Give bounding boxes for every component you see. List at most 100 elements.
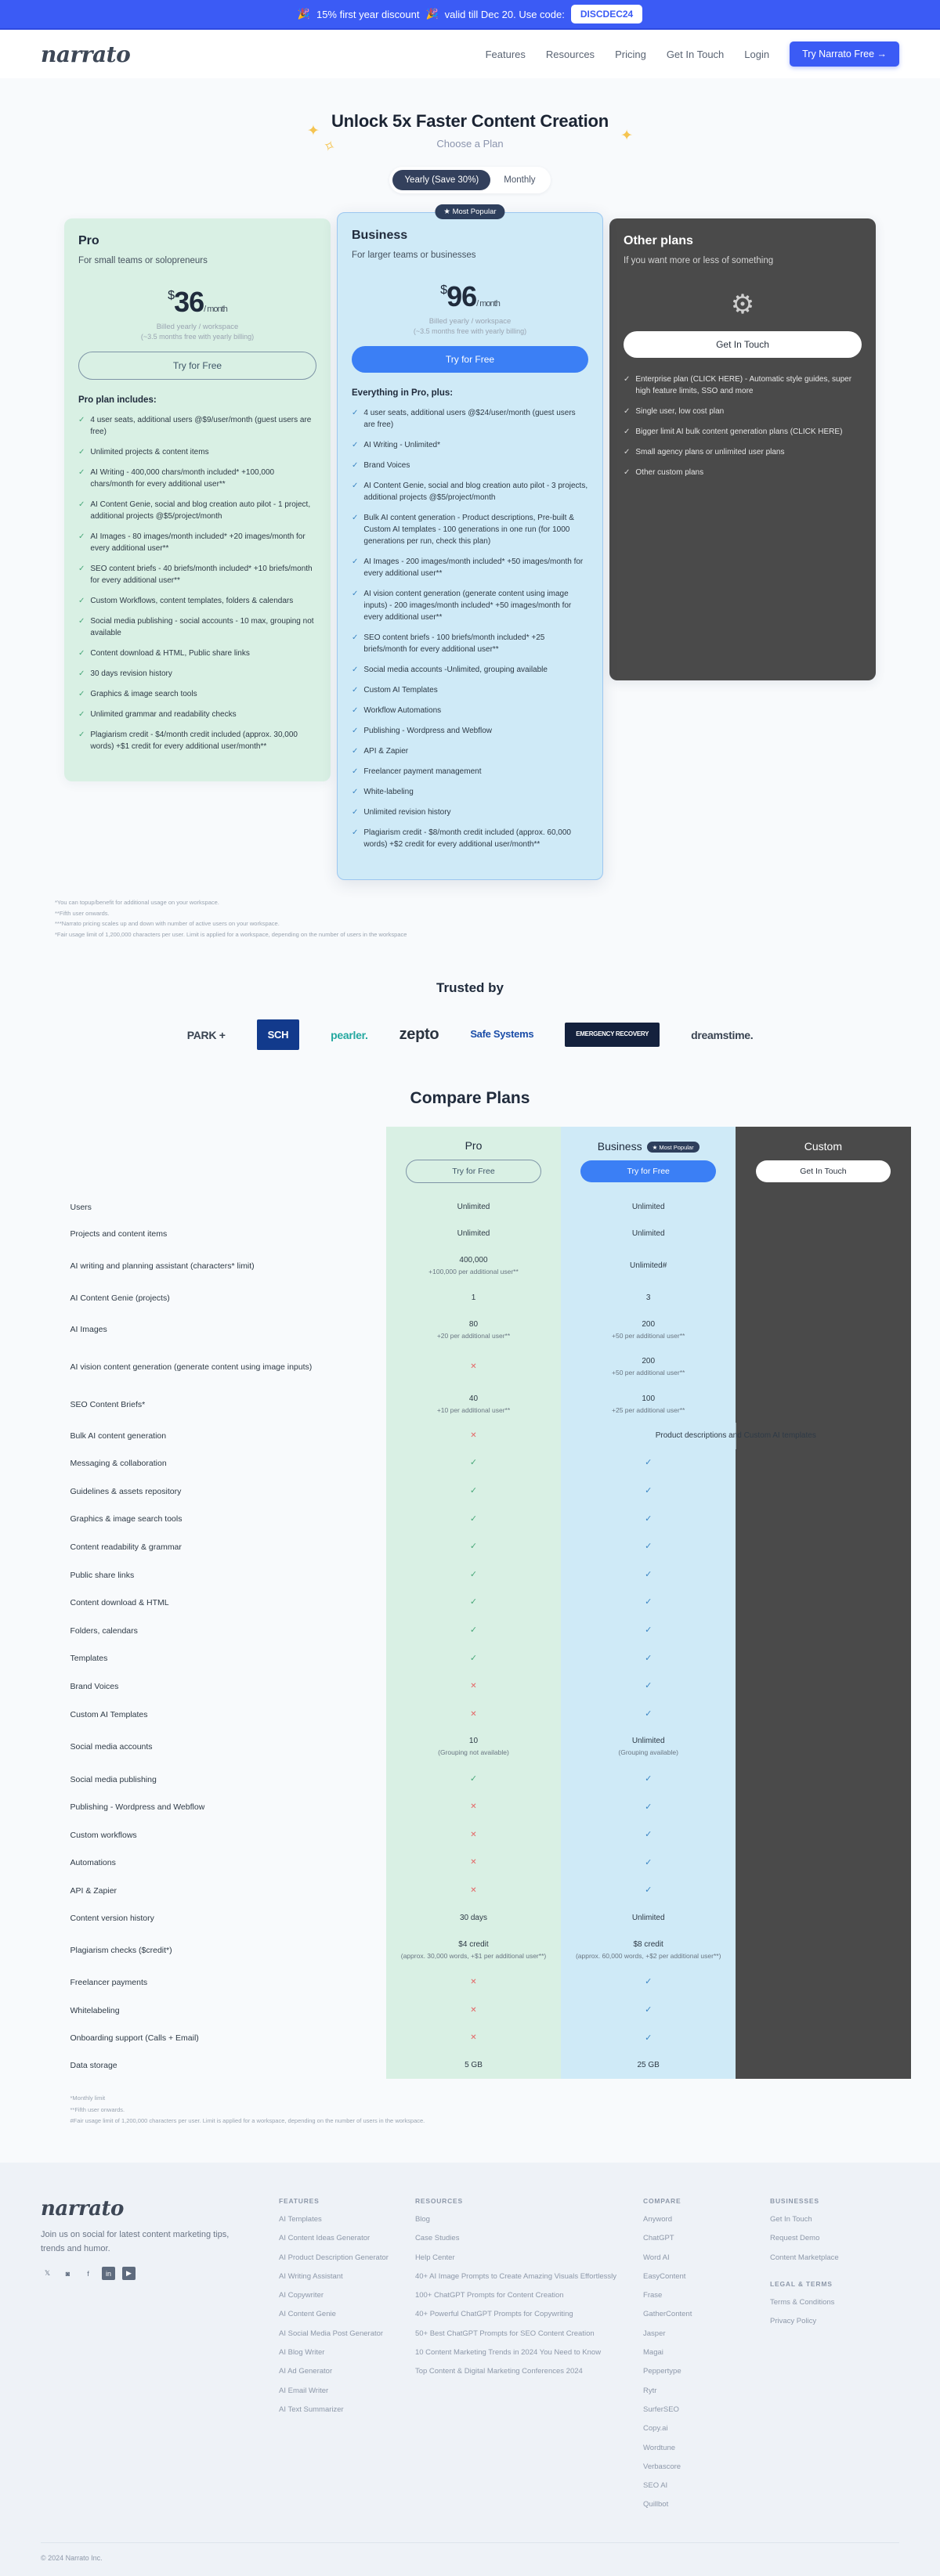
table-cell: 400,000 +100,000 per additional user** [385, 1247, 562, 1285]
cross-icon: ✕ [470, 1858, 477, 1867]
footer-link[interactable]: Quillbot [643, 2499, 743, 2509]
check-icon: ✓ [352, 788, 359, 796]
footnote: *Fair usage limit of 1,200,000 character… [55, 930, 407, 938]
table-cell [736, 1968, 911, 1997]
footer-link[interactable]: Peppertype [643, 2366, 743, 2376]
table-row: AI vision content generation (generate c… [30, 1348, 911, 1386]
narrato-logo[interactable]: narrato [41, 41, 131, 67]
check-icon: ✓ [645, 1885, 653, 1896]
youtube-icon[interactable]: ▶ [122, 2267, 136, 2281]
cross-icon: ✕ [470, 1431, 477, 1441]
footer-link[interactable]: Help Center [415, 2253, 616, 2263]
table-cell-sub: +10 per additional user** [436, 1405, 511, 1414]
footer-link[interactable]: 50+ Best ChatGPT Prompts for SEO Content… [415, 2329, 616, 2339]
table-row: Publishing - Wordpress and Webflow ✕ ✓ [30, 1793, 911, 1822]
nav-link-pricing[interactable]: Pricing [615, 49, 646, 60]
table-row: Custom AI Templates ✕ ✓ [30, 1700, 911, 1729]
currency-symbol-business: $ [440, 283, 447, 297]
footer-link[interactable]: AI Templates [279, 2214, 389, 2224]
footer-link[interactable]: AI Ad Generator [279, 2366, 389, 2376]
footer-link[interactable]: Frase [643, 2290, 743, 2300]
footer-link[interactable]: AI Social Media Post Generator [279, 2329, 389, 2339]
plan-footnotes: *You can topup/benefit for additional us… [55, 897, 885, 940]
plan-cta-pro[interactable]: Try for Free [78, 352, 316, 380]
footer-link[interactable]: AI Email Writer [279, 2386, 389, 2396]
footer-link[interactable]: AI Copywriter [279, 2290, 389, 2300]
footer-link[interactable]: EasyContent [643, 2271, 743, 2282]
plan-cta-business[interactable]: Try for Free [352, 346, 588, 373]
footer-link[interactable]: Magai [643, 2347, 743, 2358]
footer-link[interactable]: Anyword [643, 2214, 743, 2224]
linkedin-icon[interactable]: in [102, 2267, 115, 2281]
footer-link[interactable]: 40+ AI Image Prompts to Create Amazing V… [415, 2271, 616, 2282]
table-cell: ✕ [385, 1423, 562, 1450]
compare-cta-custom[interactable]: Get In Touch [755, 1160, 891, 1182]
table-cell [736, 1700, 911, 1729]
compare-cta-pro[interactable]: Try for Free [406, 1160, 541, 1183]
nav-link-features[interactable]: Features [486, 49, 526, 60]
table-row: Brand Voices ✕ ✓ [30, 1672, 911, 1701]
footer-link[interactable]: AI Content Ideas Generator [279, 2233, 389, 2243]
party-popper-icon-2: 🎉 [425, 8, 439, 20]
plan-cta-other[interactable]: Get In Touch [624, 331, 862, 358]
footer-link[interactable]: 100+ ChatGPT Prompts for Content Creatio… [415, 2290, 616, 2300]
footer-link[interactable]: AI Text Summarizer [279, 2405, 389, 2415]
footer-link[interactable]: Rytr [643, 2386, 743, 2396]
table-cell: 200 +50 per additional user** [561, 1311, 736, 1349]
nav-link-resources[interactable]: Resources [546, 49, 595, 60]
footer-link[interactable]: 10 Content Marketing Trends in 2024 You … [415, 2347, 616, 2358]
discount-code-badge[interactable]: DISCDEC24 [570, 5, 643, 23]
footer-link[interactable]: AI Blog Writer [279, 2347, 389, 2358]
footer-link[interactable]: SurferSEO [643, 2405, 743, 2415]
footer-link[interactable]: Wordtune [643, 2443, 743, 2453]
footer-link[interactable]: Blog [415, 2214, 616, 2224]
feature-text: Unlimited projects & content items [90, 448, 209, 456]
footer-link[interactable]: Get In Touch [770, 2214, 870, 2224]
footer-link[interactable]: AI Product Description Generator [279, 2253, 389, 2263]
footer-link[interactable]: SEO AI [643, 2480, 743, 2491]
table-row-label: Custom AI Templates [70, 1709, 148, 1719]
table-cell: 3 [561, 1284, 736, 1311]
table-row-label: Guidelines & assets repository [70, 1486, 182, 1496]
footer-link[interactable]: Content Marketplace [770, 2253, 870, 2263]
compare-cta-business[interactable]: Try for Free [580, 1160, 717, 1183]
twitter-icon[interactable]: 𝕏 [41, 2267, 54, 2280]
footer-link[interactable]: Jasper [643, 2329, 743, 2339]
check-icon: ✓ [469, 1625, 478, 1635]
facebook-icon[interactable]: f [81, 2267, 95, 2280]
footer-link[interactable]: Terms & Conditions [770, 2297, 870, 2307]
toggle-monthly[interactable]: Monthly [492, 170, 547, 190]
footer-column-title: FEATURES [279, 2197, 320, 2205]
footer-logo[interactable]: narrato [41, 2197, 252, 2221]
table-cell: ✓ [561, 1589, 736, 1617]
list-item: ✓ White-labeling [352, 786, 588, 798]
table-cell-sub: (approx. 30,000 words, +$1 per additiona… [400, 1951, 547, 1960]
check-icon: ✓ [78, 731, 85, 739]
compare-col-header-business: Business ★ Most Popular Try for Free [561, 1127, 736, 1194]
try-free-button[interactable]: Try Narrato Free → [790, 41, 899, 67]
footer-link[interactable]: Case Studies [415, 2233, 616, 2243]
footer-link[interactable]: Copy.ai [643, 2423, 743, 2433]
check-icon: ✓ [645, 1597, 653, 1607]
instagram-icon[interactable]: ◙ [61, 2267, 74, 2280]
feature-text: Freelancer payment management [363, 767, 482, 776]
table-row-label: AI writing and planning assistant (chara… [70, 1261, 255, 1271]
toggle-yearly[interactable]: Yearly (Save 30%) [392, 170, 491, 190]
footer-link[interactable]: GatherContent [643, 2309, 743, 2319]
footer-link[interactable]: Top Content & Digital Marketing Conferen… [415, 2366, 616, 2376]
footer-link[interactable]: Privacy Policy [770, 2316, 870, 2326]
footer-link[interactable]: 40+ Powerful ChatGPT Prompts for Copywri… [415, 2309, 616, 2319]
footer-link[interactable]: Request Demo [770, 2233, 870, 2243]
footer-link[interactable]: AI Content Genie [279, 2309, 389, 2319]
list-item: ✓ Bigger limit AI bulk content generation… [624, 426, 862, 438]
footer-link[interactable]: Verbascore [643, 2462, 743, 2472]
footer-link[interactable]: Word AI [643, 2253, 743, 2263]
table-cell [736, 1589, 911, 1617]
feature-text: AI Writing - 400,000 chars/month include… [90, 468, 275, 489]
footer-link[interactable]: AI Writing Assistant [279, 2271, 389, 2282]
currency-symbol-pro: $ [168, 289, 175, 302]
footer-link[interactable]: ChatGPT [643, 2233, 743, 2243]
table-cell: $8 credit (approx. 60,000 words, +$2 per … [561, 1931, 736, 1969]
nav-link-contact[interactable]: Get In Touch [667, 49, 724, 60]
nav-link-login[interactable]: Login [744, 49, 769, 60]
